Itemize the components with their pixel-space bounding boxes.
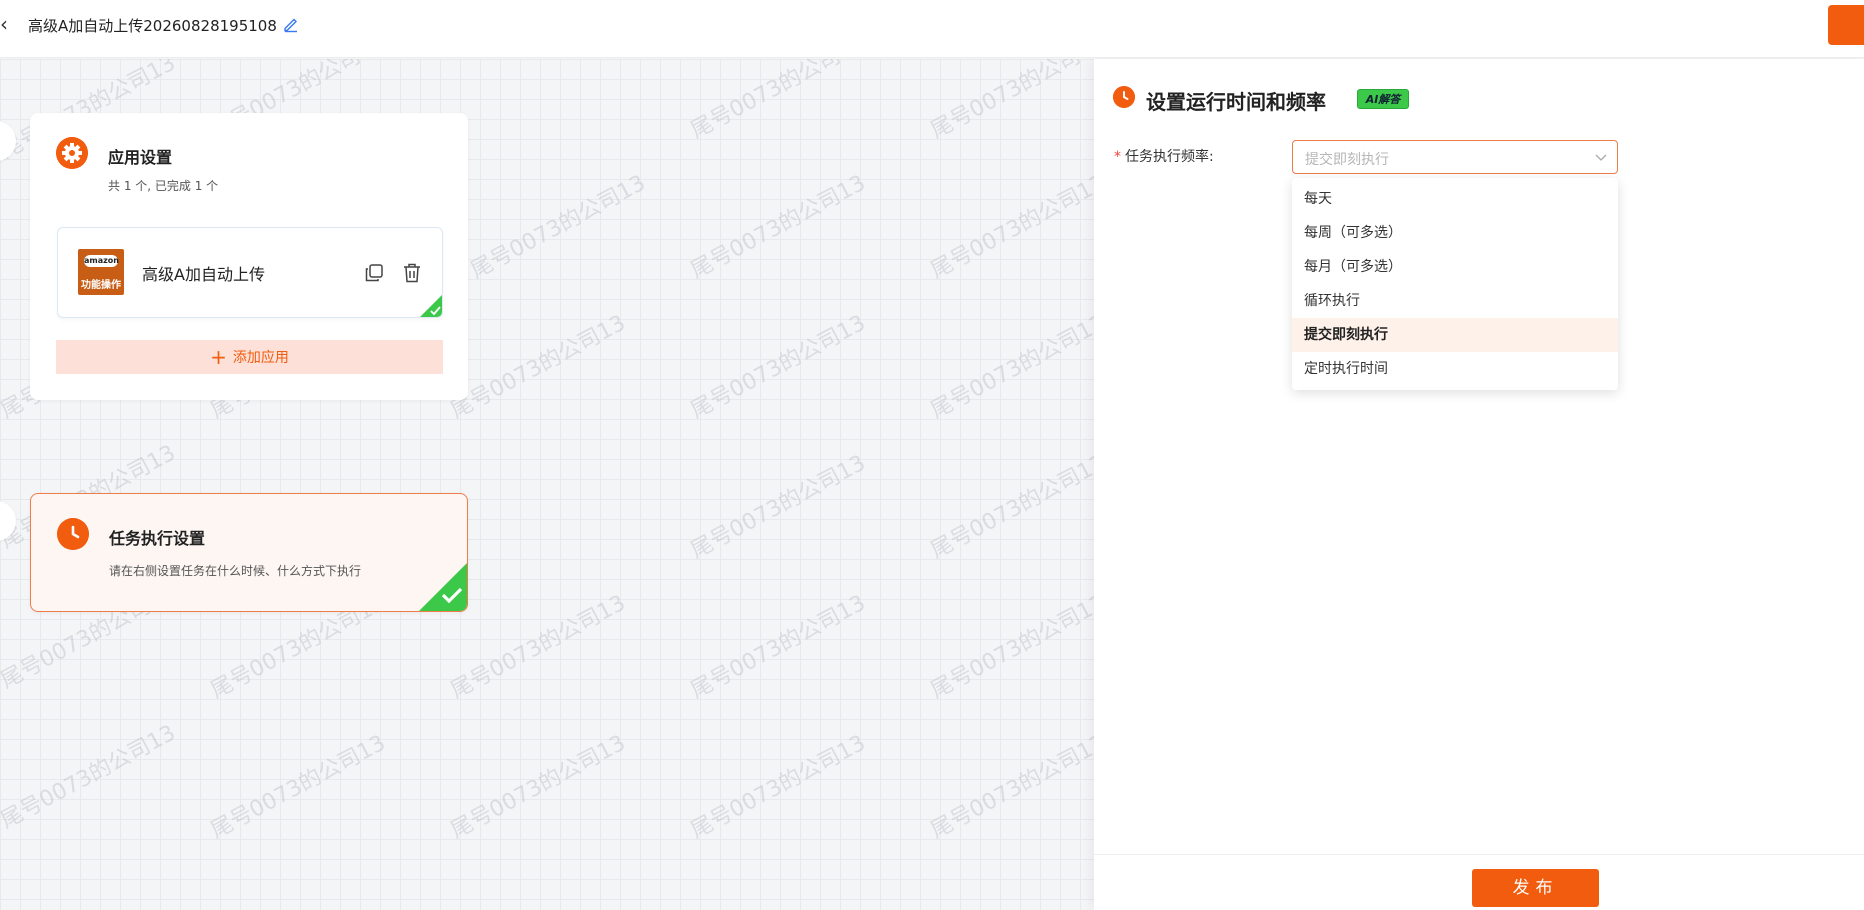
task-settings-title: 任务执行设置 bbox=[109, 529, 206, 548]
chevron-down-icon bbox=[1595, 154, 1607, 161]
frequency-option-immediate[interactable]: 提交即刻执行 bbox=[1292, 318, 1618, 352]
watermark: 尾号0073的公司13 bbox=[686, 59, 870, 144]
clock-icon bbox=[1113, 86, 1135, 108]
watermark: 尾号0073的公司13 bbox=[926, 590, 1094, 704]
frequency-label: * 任务执行频率: bbox=[1114, 146, 1214, 166]
completed-check-icon bbox=[419, 563, 467, 611]
frequency-option-scheduled[interactable]: 定时执行时间 bbox=[1292, 352, 1618, 386]
watermark: 尾号0073的公司13 bbox=[926, 450, 1094, 564]
gear-icon bbox=[56, 137, 88, 169]
app-item-card[interactable]: amazon 功能操作 高级A加自动上传 bbox=[57, 227, 443, 318]
header-action-button[interactable] bbox=[1828, 5, 1864, 45]
watermark: 尾号0073的公司13 bbox=[926, 170, 1094, 284]
app-settings-card[interactable]: 应用设置 共 1 个, 已完成 1 个 amazon 功能操作 高级A加自动上传 bbox=[30, 113, 468, 400]
amazon-logo-caption: 功能操作 bbox=[81, 280, 121, 291]
watermark: 尾号0073的公司13 bbox=[686, 310, 870, 424]
watermark: 尾号0073的公司13 bbox=[686, 450, 870, 564]
publish-button[interactable]: 发布 bbox=[1472, 869, 1599, 907]
watermark: 尾号0073的公司13 bbox=[446, 730, 630, 844]
frequency-option-monthly[interactable]: 每月（可多选） bbox=[1292, 250, 1618, 284]
frequency-dropdown: 每天 每周（可多选） 每月（可多选） 循环执行 提交即刻执行 定时执行时间 bbox=[1292, 178, 1618, 390]
ai-answer-badge[interactable]: AI解答 bbox=[1357, 89, 1409, 109]
copy-icon[interactable] bbox=[364, 263, 384, 283]
frequency-select[interactable]: 提交即刻执行 bbox=[1292, 140, 1618, 174]
flow-node-connector bbox=[0, 121, 16, 161]
flow-node-connector bbox=[0, 501, 16, 541]
workflow-canvas: 尾号0073的公司13 尾号0073的公司13 尾号0073的公司13 尾号00… bbox=[0, 59, 1094, 910]
add-app-button[interactable]: + 添加应用 bbox=[56, 340, 443, 374]
frequency-option-loop[interactable]: 循环执行 bbox=[1292, 284, 1618, 318]
required-mark: * bbox=[1114, 149, 1121, 165]
app-settings-title: 应用设置 bbox=[108, 148, 173, 167]
task-settings-card[interactable]: 任务执行设置 请在右侧设置任务在什么时候、什么方式下执行 bbox=[30, 493, 468, 612]
watermark: 尾号0073的公司13 bbox=[686, 170, 870, 284]
plus-icon: + bbox=[210, 345, 227, 369]
watermark: 尾号0073的公司13 bbox=[686, 730, 870, 844]
watermark: 尾号0073的公司13 bbox=[446, 310, 630, 424]
watermark: 尾号0073的公司13 bbox=[206, 730, 390, 844]
panel-footer: 发布 bbox=[1094, 854, 1864, 910]
frequency-option-weekly[interactable]: 每周（可多选） bbox=[1292, 216, 1618, 250]
amazon-logo-text: amazon bbox=[84, 255, 119, 267]
completed-check-icon bbox=[420, 295, 442, 317]
app-settings-subtitle: 共 1 个, 已完成 1 个 bbox=[108, 179, 219, 193]
amazon-app-logo: amazon 功能操作 bbox=[78, 249, 124, 295]
watermark: 尾号0073的公司13 bbox=[926, 730, 1094, 844]
watermark: 尾号0073的公司13 bbox=[446, 590, 630, 704]
back-icon[interactable]: ‹ bbox=[0, 12, 8, 36]
workflow-title: 高级A加自动上传20260828195108 bbox=[28, 17, 277, 35]
top-header: ‹ 高级A加自动上传20260828195108 bbox=[0, 0, 1864, 58]
app-item-name: 高级A加自动上传 bbox=[142, 265, 265, 284]
watermark: 尾号0073的公司13 bbox=[0, 720, 180, 834]
frequency-option-daily[interactable]: 每天 bbox=[1292, 182, 1618, 216]
edit-pencil-icon[interactable] bbox=[282, 15, 300, 33]
add-app-label: 添加应用 bbox=[232, 350, 289, 366]
panel-title: 设置运行时间和频率 bbox=[1146, 90, 1326, 114]
watermark: 尾号0073的公司13 bbox=[926, 310, 1094, 424]
task-settings-subtitle: 请在右侧设置任务在什么时候、什么方式下执行 bbox=[109, 564, 362, 578]
watermark: 尾号0073的公司13 bbox=[466, 170, 650, 284]
trash-icon[interactable] bbox=[403, 263, 421, 283]
watermark: 尾号0073的公司13 bbox=[686, 590, 870, 704]
settings-panel: 设置运行时间和频率 AI解答 * 任务执行频率: 提交即刻执行 每天 每周（可多选… bbox=[1094, 59, 1864, 910]
clock-icon bbox=[57, 518, 89, 550]
frequency-label-text: 任务执行频率: bbox=[1125, 149, 1214, 165]
watermark: 尾号0073的公司13 bbox=[926, 59, 1094, 144]
frequency-select-placeholder: 提交即刻执行 bbox=[1305, 152, 1389, 168]
